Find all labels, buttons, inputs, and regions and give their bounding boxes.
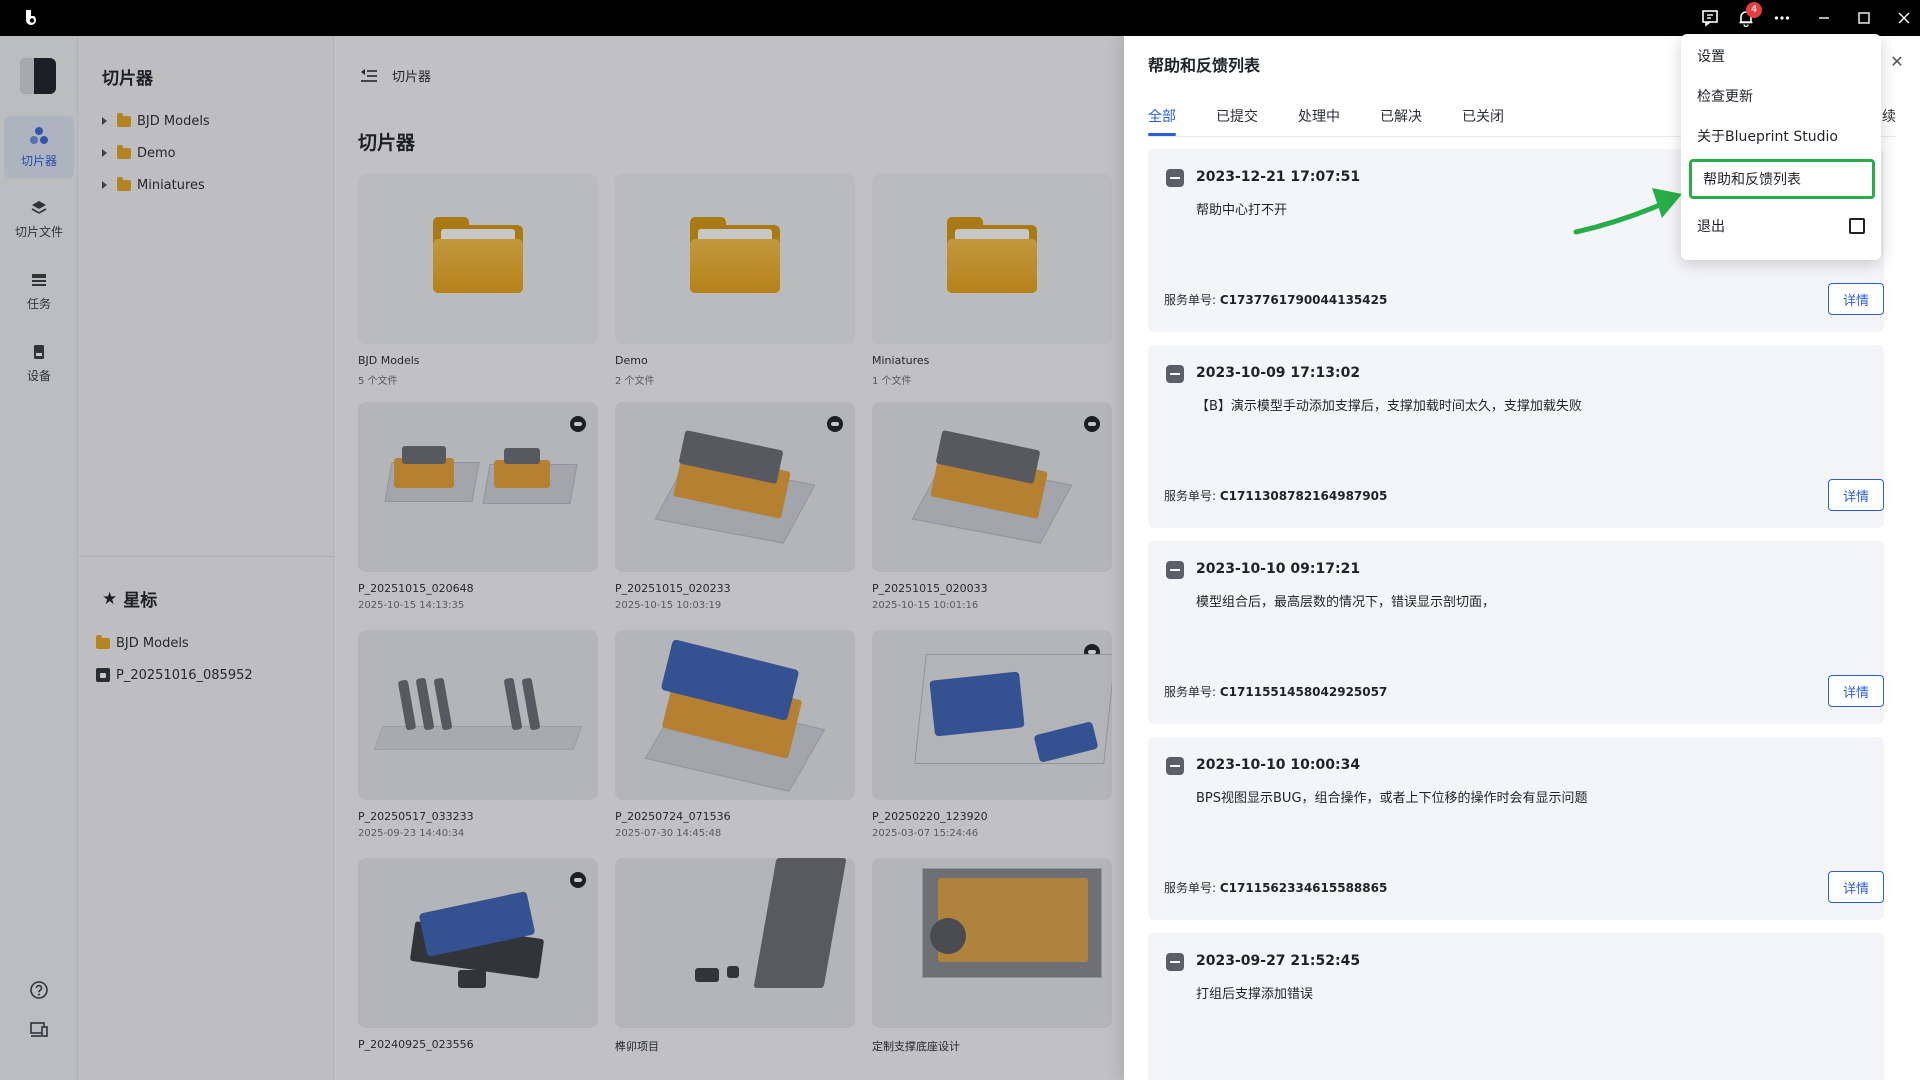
sn-label: 服务单号:	[1164, 685, 1217, 699]
ticket-time: 2023-12-21 17:07:51	[1196, 169, 1361, 185]
ticket-card[interactable]: 2023-10-09 17:13:02 【B】演示模型手动添加支撑后，支撑加载时…	[1148, 345, 1884, 528]
ticket-time: 2023-10-10 10:00:34	[1196, 757, 1361, 773]
detail-button[interactable]: 详情	[1828, 479, 1884, 511]
ticket-service-number: 服务单号: C1711562334615588865	[1164, 879, 1387, 896]
menu-item-about[interactable]: 关于Blueprint Studio	[1697, 124, 1865, 148]
ticket-description: 帮助中心打不开	[1196, 203, 1288, 218]
more-menu: 设置 检查更新 关于Blueprint Studio 帮助和反馈列表 退出	[1681, 34, 1881, 260]
ticket-card[interactable]: 2023-09-27 21:52:45 打组后支撑添加错误	[1148, 933, 1884, 1080]
sn-label: 服务单号:	[1164, 489, 1217, 503]
panel-close-icon[interactable]: ✕	[1886, 50, 1908, 72]
maximize-icon[interactable]	[1850, 4, 1878, 32]
sn-label: 服务单号:	[1164, 293, 1217, 307]
notification-badge: 4	[1746, 2, 1762, 18]
ticket-time: 2023-09-27 21:52:45	[1196, 953, 1361, 969]
ticket-service-number: 服务单号: C1711551458042925057	[1164, 683, 1387, 700]
ticket-description: BPS视图显示BUG，组合操作，或者上下位移的操作时会有显示问题	[1196, 791, 1588, 806]
sn-label: 服务单号:	[1164, 881, 1217, 895]
menu-item-check-updates[interactable]: 检查更新	[1697, 84, 1865, 108]
ticket-time: 2023-10-09 17:13:02	[1196, 365, 1361, 381]
ticket-description: 模型组合后，最高层数的情况下，错误显示剖切面，	[1196, 595, 1496, 610]
tab-resolved[interactable]: 已解决	[1380, 106, 1422, 136]
tab-processing[interactable]: 处理中	[1298, 106, 1340, 136]
ticket-icon	[1166, 169, 1184, 187]
menu-item-logout[interactable]: 退出	[1697, 214, 1865, 238]
sn-value: C1711551458042925057	[1219, 685, 1388, 699]
sn-value: C1711562334615588865	[1219, 881, 1388, 895]
menu-item-help-feedback[interactable]: 帮助和反馈列表	[1689, 159, 1875, 199]
feedback-icon[interactable]	[1696, 4, 1724, 32]
panel-title: 帮助和反馈列表	[1148, 56, 1261, 75]
detail-button[interactable]: 详情	[1828, 675, 1884, 707]
tab-all[interactable]: 全部	[1148, 106, 1176, 136]
ticket-icon	[1166, 365, 1184, 383]
tab-submitted[interactable]: 已提交	[1216, 106, 1258, 136]
ticket-icon	[1166, 561, 1184, 579]
ticket-icon	[1166, 757, 1184, 775]
ticket-list: 2023-12-21 17:07:51 帮助中心打不开 服务单号: C17377…	[1148, 149, 1884, 1080]
sn-value: C1737761790044135425	[1219, 293, 1388, 307]
ticket-service-number: 服务单号: C1737761790044135425	[1164, 291, 1387, 308]
ticket-description: 打组后支撑添加错误	[1196, 987, 1314, 1002]
app-logo	[26, 10, 36, 25]
ticket-description: 【B】演示模型手动添加支撑后，支撑加载时间太久，支撑加载失败	[1196, 399, 1582, 414]
minimize-icon[interactable]	[1810, 4, 1838, 32]
ticket-time: 2023-10-10 09:17:21	[1196, 561, 1361, 577]
sn-value: C1711308782164987905	[1219, 489, 1388, 503]
title-bar: 4	[0, 0, 1920, 36]
ticket-card[interactable]: 2023-10-10 09:17:21 模型组合后，最高层数的情况下，错误显示剖…	[1148, 541, 1884, 724]
tab-overflow[interactable]: 续	[1882, 106, 1896, 126]
ticket-icon	[1166, 953, 1184, 971]
close-icon[interactable]	[1890, 4, 1918, 32]
menu-item-settings[interactable]: 设置	[1697, 44, 1865, 68]
ticket-card[interactable]: 2023-10-10 10:00:34 BPS视图显示BUG，组合操作，或者上下…	[1148, 737, 1884, 920]
detail-button[interactable]: 详情	[1828, 283, 1884, 315]
ticket-service-number: 服务单号: C1711308782164987905	[1164, 487, 1387, 504]
detail-button[interactable]: 详情	[1828, 871, 1884, 903]
tab-closed[interactable]: 已关闭	[1462, 106, 1504, 136]
modal-backdrop[interactable]	[0, 36, 1124, 1080]
annotation-arrow	[1573, 188, 1682, 235]
logout-icon	[1849, 218, 1865, 234]
menu-item-logout-label: 退出	[1697, 219, 1725, 235]
more-icon[interactable]	[1768, 4, 1796, 32]
status-tabs: 全部 已提交 处理中 已解决 已关闭	[1148, 106, 1504, 136]
